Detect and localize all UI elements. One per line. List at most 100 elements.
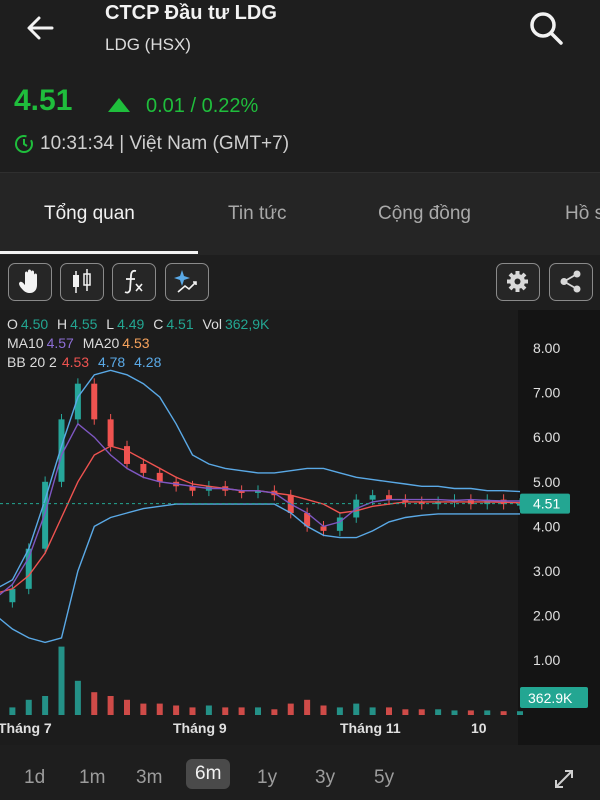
bb-mid-value: 4.53 [61,354,90,370]
volume-bar [500,711,507,715]
active-tab-indicator [0,251,198,254]
high-label: H [57,316,68,332]
ohlc-legend: O 4.50 H 4.55 L 4.49 C 4.51 Vol 362,9K [7,316,274,332]
timeframe-6m[interactable]: 6m [186,759,231,789]
header: CTCP Đầu tư LDG LDG (HSX) 4.51 0.01 / 0.… [0,0,600,172]
sparkle-chart-icon [174,270,197,293]
ma20-label: MA20 [82,335,120,351]
candle-body [140,463,147,473]
candle-body [107,419,114,447]
x-tick-label: Tháng 7 [0,720,52,736]
timeframe-1d[interactable]: 1d [24,767,45,789]
close-label: C [153,316,164,332]
timeframe-1m[interactable]: 1m [79,767,105,789]
current-price: 4.51 [14,84,73,117]
candle-body [9,588,16,603]
bb-lower-value: 4.28 [134,354,162,370]
y-tick-label: 6.00 [533,429,560,445]
expand-icon[interactable] [552,767,576,791]
close-value: 4.51 [166,316,194,332]
volume-value: 362,9K [224,316,270,332]
timeframe-1y[interactable]: 1y [257,767,277,789]
price-change: 0.01 / 0.22% [146,95,259,117]
volume-bar [42,696,49,715]
candle-body [91,383,98,420]
volume-bar [336,707,343,715]
chart-settings-button[interactable] [496,263,540,301]
y-tick-label: 5.00 [533,474,560,490]
volume-bar [435,709,442,715]
update-time: 10:31:34 | Việt Nam (GMT+7) [40,133,290,154]
tab-profile[interactable]: Hồ s [565,203,600,225]
candle-body [369,495,376,500]
open-label: O [7,316,18,332]
volume-bar [418,709,425,715]
timeframe-3y[interactable]: 3y [315,767,335,789]
tab-overview[interactable]: Tổng quan [44,203,135,225]
x-tick-label: Tháng 9 [173,720,227,736]
low-value: 4.49 [117,316,145,332]
ai-analysis-button[interactable] [165,263,209,301]
chart-canvas: 8.00 7.00 6.00 5.00 4.00 3.00 2.00 1.00 4.51 362.… [0,340,588,736]
ticker-label: LDG (HSX) [105,35,191,54]
volume-bar [107,696,114,715]
volume-bar [353,703,360,715]
volume-bar [271,709,278,715]
volume-bar [140,703,147,715]
bb-label: BB 20 2 [7,354,57,370]
y-tick-label: 3.00 [533,563,560,579]
price-up-icon [108,98,130,112]
pan-tool-button[interactable] [8,263,52,301]
tab-news[interactable]: Tin tức [228,203,286,225]
volume-bar [9,707,16,715]
volume-bar [467,710,474,715]
gear-icon [507,271,528,292]
hand-icon [19,269,37,293]
timeframe-5y[interactable]: 5y [374,767,394,789]
high-value: 4.55 [70,316,98,332]
volume-bar [173,705,180,715]
back-arrow-icon[interactable] [22,10,62,46]
volume-bar [58,646,65,715]
volume-bar [484,710,491,715]
bb-legend: BB 20 2 4.53 4.78 4.28 [7,354,166,370]
volume-bar [451,710,458,715]
timeframe-3m[interactable]: 3m [136,767,162,789]
volume-bar [205,705,212,715]
price-chart[interactable]: 8.00 7.00 6.00 5.00 4.00 3.00 2.00 1.00 4.51 362.… [0,310,600,745]
volume-bar [287,703,294,715]
indicator-button[interactable] [112,263,156,301]
candle-body [25,548,32,589]
volume-bar [304,699,311,715]
search-icon[interactable] [526,8,566,48]
volume-label: 362.9K [528,690,573,706]
volume-bar [320,705,327,715]
x-tick-label: 10 [471,720,487,736]
tab-community[interactable]: Cộng đồng [378,203,471,225]
chart-type-button[interactable] [60,263,104,301]
stock-name: CTCP Đầu tư LDG [105,2,277,24]
ma10-label: MA10 [7,335,44,351]
volume-bar [124,699,130,715]
function-icon [124,269,143,294]
volume-bar [189,707,196,715]
volume-bar [222,707,229,715]
low-label: L [106,316,115,332]
y-tick-label: 2.00 [533,608,560,624]
x-tick-label: Tháng 11 [340,720,401,736]
volume-bar [74,680,81,715]
bb-lower-line [0,503,520,644]
candlestick-icon [73,269,91,293]
volume-bar [238,707,245,715]
y-tick-label: 1.00 [533,652,560,668]
y-tick-label: 7.00 [533,385,560,401]
timeframe-bar: 1d 1m 3m 6m 1y 3y 5y [0,745,600,800]
volume-label: Vol [202,316,222,332]
volume-bar [517,711,523,715]
y-tick-label: 8.00 [533,340,560,356]
share-button[interactable] [549,263,593,301]
volume-bar [91,692,98,715]
share-icon [560,270,581,293]
tab-bar: Tổng quan Tin tức Cộng đồng Hồ s [0,173,600,255]
current-price-label: 4.51 [533,496,560,512]
